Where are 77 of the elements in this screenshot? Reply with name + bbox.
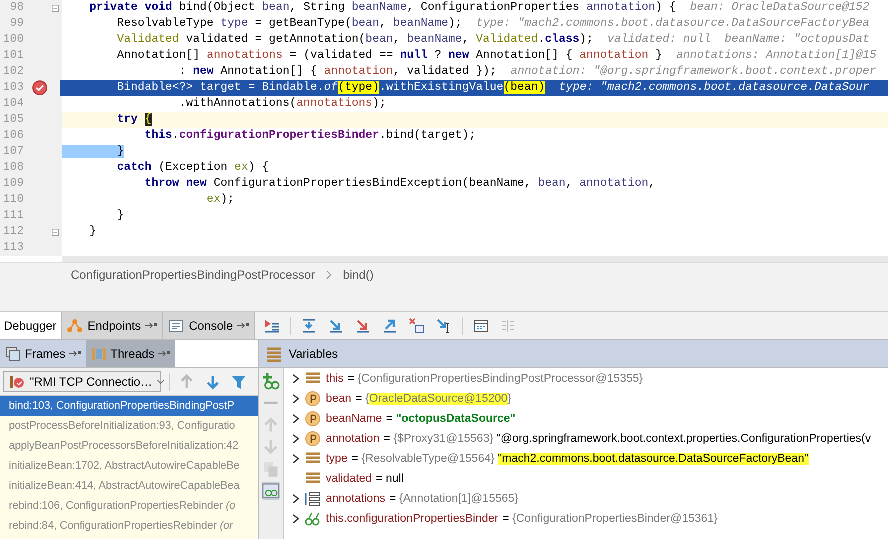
inline-value-hint: type: "mach2.commons.boot.datasource.DataSour [559,80,870,96]
parameter-icon [305,411,321,427]
panel-title: Variables [289,346,338,360]
panel-tab[interactable]: Threads [86,340,175,367]
line-number: 103 [2,80,24,96]
line-number: 98 [9,0,24,16]
code-text: this.configurationPropertiesBinder.bind(target); [144,128,476,144]
chevron-icon [325,270,334,280]
variable-entry[interactable]: this = {ConfigurationPropertiesBindingPostProcessor@15355} [326,373,644,385]
filter-icon[interactable] [230,374,248,390]
pin-icon[interactable] [68,348,82,358]
line-number: 101 [2,48,24,64]
inline-value-hint: type: "mach2.commons.boot.datasource.DataSourceFactoryBea [476,16,870,32]
console-icon [167,318,186,334]
stack-frame[interactable]: bind:103, ConfigurationPropertiesBindingPostP [0,396,258,416]
line-number: 100 [2,32,24,48]
variable-entry[interactable]: this.configurationPropertiesBinder = {ConfigurationPropertiesBinder@15361} [326,513,718,525]
line-number: 112 [2,224,24,240]
line-number: 109 [2,176,24,192]
fold-icon[interactable] [52,4,59,12]
code-text: } [62,144,124,160]
watch-icon [305,511,321,527]
inline-value-hint: annotations: Annotation[1]@15 [676,48,877,64]
code-text: private void bind(Object bean, String beanName, ConfigurationProperties annotation) { [88,0,676,16]
breadcrumb-item[interactable]: ConfigurationPropertiesBindingPostProcessor [71,268,316,282]
drop-frame-icon[interactable] [408,318,426,334]
threads-icon [90,346,108,362]
line-number: 105 [2,112,24,128]
variable-entry[interactable]: annotation = {$Proxy31@15563} "@org.springframework.boot.context.properties.ConfigurationProperties(v [326,433,872,445]
line-number: 99 [9,16,24,32]
variable-entry[interactable]: beanName = "octopusDataSource" [326,413,516,425]
inline-value-hint: validated: null beanName: "octopusDat [607,32,870,48]
code-text: .withAnnotations(annotations); [178,96,386,112]
breadcrumb-item[interactable]: bind() [343,268,374,282]
code-text: } [88,224,97,240]
line-number: 106 [2,128,24,144]
down-arrow-icon[interactable] [204,374,222,390]
code-text: try { [116,112,152,128]
watches-icon[interactable] [262,482,280,500]
frames-icon [4,346,22,362]
show-execution-point-icon[interactable] [263,318,282,334]
code-text: ResolvableType type = getBeanType(bean, beanName); [116,16,462,32]
debug-tab[interactable]: Debugger [0,312,62,339]
line-number: 107 [2,144,24,160]
code-text: ex); [206,192,235,208]
parameter-icon [305,431,321,447]
line-number: 104 [2,96,24,112]
thread-icon [8,374,26,390]
new-watch-icon[interactable] [262,372,280,390]
variable-entry[interactable]: annotations = {Annotation[1]@15565} [326,493,519,505]
array-icon [305,491,321,507]
line-number: 110 [2,192,24,208]
endpoints-icon [66,318,84,334]
pin-icon[interactable] [145,320,158,330]
pin-icon[interactable] [158,348,171,358]
code-text: throw new ConfigurationPropertiesBindException(beanName, bean, annotation, [144,176,656,192]
code-text: Annotation[] annotations = (validated == null ? new Annotation[] { annotation } [116,48,662,64]
breakpoint-icon[interactable] [32,80,48,96]
variables-icon [265,346,283,362]
code-text: Validated validated = getAnnotation(bean, beanName, Validated.class); [116,32,594,48]
code-text: : new Annotation[] { annotation, validated }); [178,64,497,80]
line-number: 108 [2,160,24,176]
variable-entry[interactable]: validated = null [326,473,404,485]
inline-value-hint: bean: OracleDataSource@152 [690,0,870,16]
fold-icon[interactable] [52,228,59,236]
evaluate-expression-icon[interactable] [472,318,490,334]
code-text: } [116,208,124,224]
inline-value-hint: annotation: "@org.springframework.boot.context.proper [510,64,877,80]
code-text: catch (Exception ex) { [116,160,270,176]
debug-tab[interactable]: Endpoints [62,312,164,339]
line-number: 113 [2,240,24,256]
line-number: 102 [2,64,24,80]
line-number: 111 [2,208,24,224]
code-text: Bindable<?> target = Bindable.of(type).withExistingValue(bean) [116,80,546,96]
pin-icon[interactable] [237,320,250,330]
parameter-icon [305,391,321,407]
debug-tab[interactable]: Console [163,312,256,339]
